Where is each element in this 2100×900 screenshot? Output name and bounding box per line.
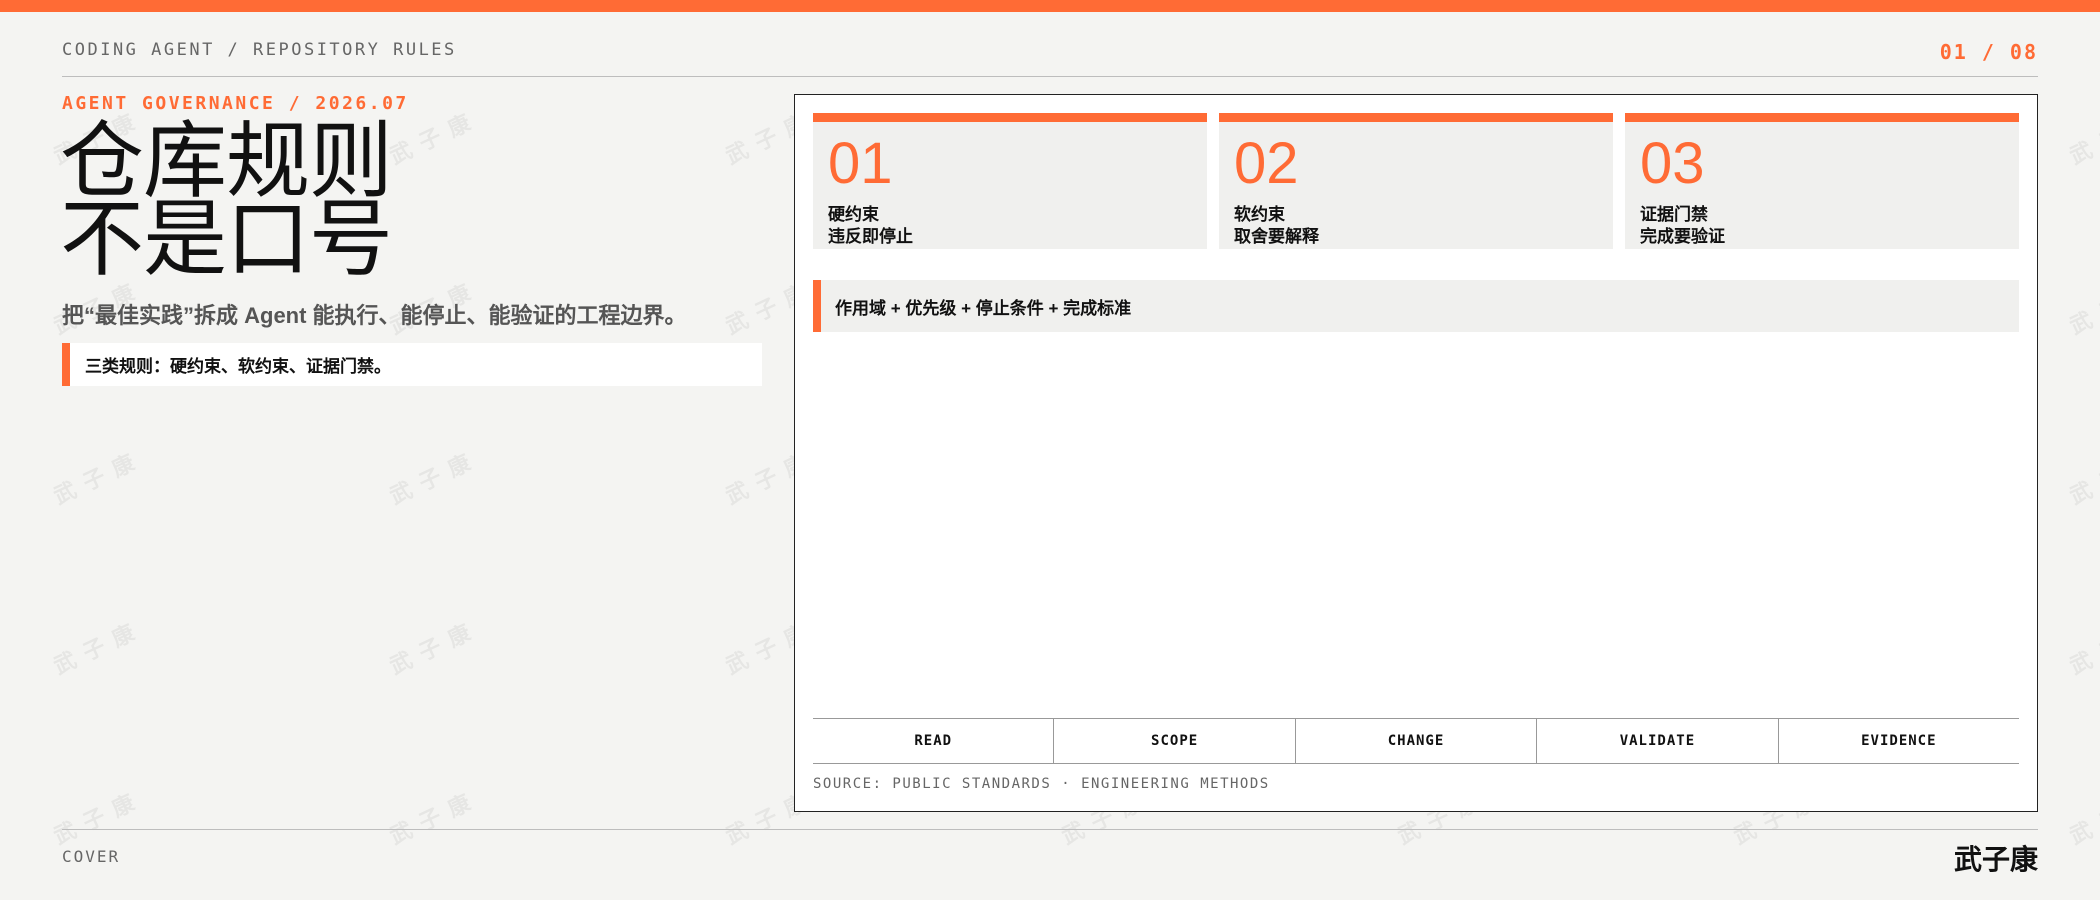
- rule-card-2: 02 软约束 取舍要解释: [1219, 113, 1613, 249]
- rule-formula-text: 作用域 + 优先级 + 停止条件 + 完成标准: [835, 298, 1132, 318]
- step-scope: SCOPE: [1053, 719, 1294, 763]
- source-note: SOURCE: PUBLIC STANDARDS · ENGINEERING M…: [813, 776, 1270, 792]
- rule-card-3: 03 证据门禁 完成要验证: [1625, 113, 2019, 249]
- watermark-text: 武子康: [2065, 275, 2100, 339]
- step-validate: VALIDATE: [1536, 719, 1777, 763]
- summary-callout-text: 三类规则：硬约束、软约束、证据门禁。: [85, 357, 391, 376]
- rule-formula: 作用域 + 优先级 + 停止条件 + 完成标准: [813, 280, 2019, 332]
- author-name: 武子康: [1953, 844, 2038, 875]
- watermark-text: 武子康: [385, 785, 484, 849]
- breadcrumb: CODING AGENT / REPOSITORY RULES: [62, 40, 457, 60]
- top-accent-bar: [0, 0, 2100, 12]
- rule-card-1: 01 硬约束 违反即停止: [813, 113, 1207, 249]
- page-indicator: 01 / 08: [1939, 40, 2038, 64]
- rule-card-desc: 取舍要解释: [1234, 227, 1319, 246]
- watermark-text: 武子康: [385, 615, 484, 679]
- rule-card-number: 02: [1234, 131, 1299, 196]
- rule-card-number: 01: [828, 131, 893, 196]
- page-title: 仓库规则 不是口号: [60, 114, 393, 286]
- rule-card-number: 03: [1640, 131, 1705, 196]
- watermark-text: 武子康: [49, 445, 148, 509]
- header-divider: [62, 76, 2038, 77]
- summary-callout: 三类规则：硬约束、软约束、证据门禁。: [62, 343, 762, 386]
- watermark-text: 武子康: [49, 785, 148, 849]
- watermark-text: 武子康: [385, 445, 484, 509]
- step-read: READ: [914, 733, 953, 749]
- footer-divider: [62, 829, 2038, 830]
- watermark-text: 武子康: [2065, 445, 2100, 509]
- title-line-2: 不是口号: [60, 192, 393, 286]
- step-change: CHANGE: [1294, 719, 1536, 763]
- rule-card-desc: 完成要验证: [1640, 227, 1725, 246]
- eyebrow-label: AGENT GOVERNANCE / 2026.07: [62, 93, 409, 114]
- page-subtitle: 把“最佳实践”拆成 Agent 能执行、能停止、能验证的工程边界。: [62, 303, 687, 328]
- step-evidence: EVIDENCE: [1777, 719, 2019, 763]
- watermark-text: 武子康: [2065, 785, 2100, 849]
- workflow-steps: READ SCOPE CHANGE VALIDATE EVIDENCE: [813, 718, 2019, 764]
- watermark-text: 武子康: [2065, 105, 2100, 169]
- watermark-text: 武子康: [49, 615, 148, 679]
- rules-panel: 01 硬约束 违反即停止 02 软约束 取舍要解释 03 证据门禁 完成要验证 …: [794, 94, 2038, 812]
- section-label: COVER: [62, 847, 121, 866]
- rule-card-desc: 违反即停止: [828, 227, 913, 246]
- title-line-1: 仓库规则: [60, 114, 393, 208]
- watermark-text: 武子康: [2065, 615, 2100, 679]
